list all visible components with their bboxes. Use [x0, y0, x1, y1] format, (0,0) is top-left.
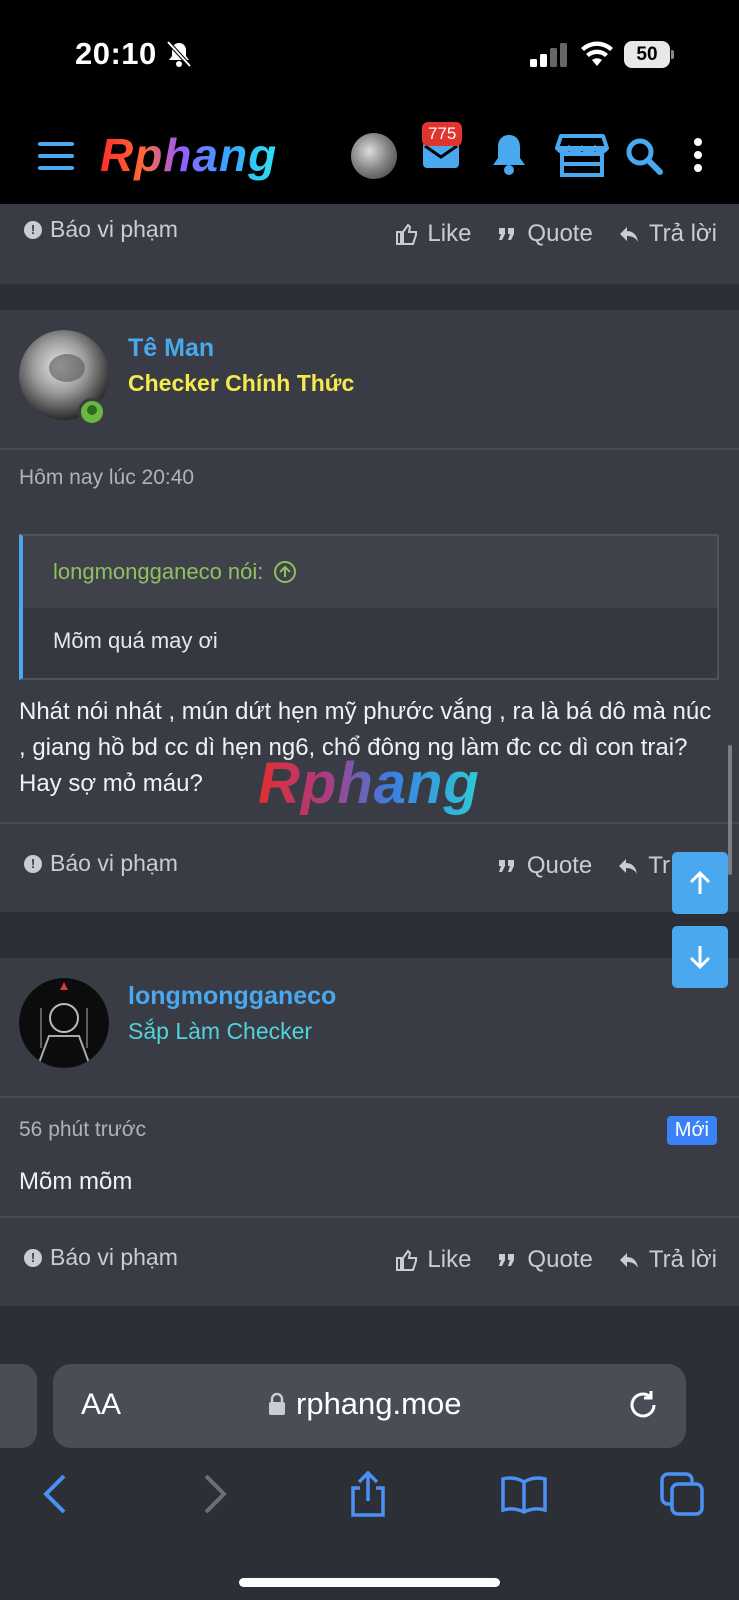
quote-icon [498, 860, 514, 872]
author-avatar[interactable] [19, 978, 109, 1068]
quote-button[interactable]: Quote [495, 1246, 593, 1274]
browser-toolbar: AA rphang.moe [0, 1348, 739, 1600]
address-bar[interactable]: AA rphang.moe [53, 1364, 686, 1448]
text-size-button[interactable]: AA [81, 1388, 121, 1422]
menu-icon[interactable] [38, 142, 74, 170]
quote-header[interactable]: longmongganeco nói: [23, 536, 717, 608]
reply-icon [619, 859, 638, 874]
wifi-icon [581, 41, 613, 66]
quote-button[interactable]: Quote [495, 220, 593, 248]
report-label: Báo vi phạm [50, 1244, 178, 1270]
reply-label: Trả lời [648, 1246, 717, 1273]
thumbs-up-icon [396, 223, 418, 245]
post-footer: ! Báo vi phạm Like Quote Trả lời [0, 1216, 739, 1306]
report-label: Báo vi phạm [50, 850, 178, 876]
quote-icon [499, 1254, 515, 1266]
home-indicator [239, 1578, 500, 1587]
status-time: 20:10 [75, 36, 157, 71]
quote-block: longmongganeco nói: Mõm quá may ơi [19, 534, 719, 680]
url-display[interactable]: rphang.moe [268, 1386, 461, 1422]
previous-tab[interactable] [0, 1364, 37, 1448]
scroll-to-top-button[interactable] [672, 852, 728, 914]
url-text: rphang.moe [296, 1386, 462, 1421]
author-username[interactable]: Tê Man [128, 334, 214, 363]
like-button[interactable]: Like [395, 1246, 471, 1274]
reply-button[interactable]: Trả lời [617, 220, 717, 248]
post-footer: ! Báo vi phạm Quote Tr [0, 822, 739, 912]
quote-label: Quote [527, 1246, 593, 1273]
lock-icon [269, 1392, 285, 1415]
reply-button[interactable]: Trả lời [617, 1246, 717, 1274]
reply-label: Trả lời [648, 220, 717, 247]
warning-icon: ! [24, 854, 42, 873]
quote-icon [499, 228, 515, 240]
arrow-up-circle-icon[interactable] [273, 560, 297, 584]
post-author-header: longmongganeco Sắp Làm Checker [0, 958, 739, 1098]
quote-label: Quote [526, 852, 593, 879]
reply-button[interactable]: Tr [616, 852, 670, 880]
battery-level: 50 [624, 41, 670, 68]
like-label: Like [427, 1246, 472, 1273]
quote-author: longmongganeco nói: [53, 559, 264, 584]
author-title: Sắp Làm Checker [128, 1018, 313, 1044]
warning-icon: ! [24, 1248, 42, 1267]
post-date[interactable]: Hôm nay lúc 20:40 [19, 466, 194, 490]
report-button[interactable]: ! Báo vi phạm [24, 1244, 178, 1271]
share-icon[interactable] [344, 1470, 392, 1518]
site-logo[interactable]: Rphang [100, 128, 277, 182]
like-button[interactable]: Like [395, 220, 471, 248]
text-size-label: AA [81, 1388, 122, 1421]
tabs-icon[interactable] [658, 1470, 706, 1518]
battery-icon: 50 [624, 41, 674, 68]
scrollbar[interactable] [728, 745, 732, 875]
author-username[interactable]: longmongganeco [128, 982, 336, 1011]
post-footer: ! Báo vi phạm Like Quote Trả lời [0, 204, 739, 284]
report-button[interactable]: ! Báo vi phạm [24, 850, 178, 877]
forward-icon[interactable] [190, 1470, 238, 1518]
reload-icon[interactable] [626, 1388, 660, 1422]
inbox-count-badge: 775 [422, 122, 463, 146]
reply-icon [619, 1253, 638, 1268]
arrow-up-icon [689, 870, 711, 894]
quote-button[interactable]: Quote [495, 852, 592, 880]
app-header: Rphang 775 [0, 112, 739, 204]
more-options-icon[interactable] [692, 138, 704, 176]
notification-bell-icon[interactable] [490, 132, 528, 176]
post-body: Hôm nay lúc 20:40 longmongganeco nói: Mõ… [0, 450, 739, 822]
bookmarks-icon[interactable] [500, 1470, 548, 1518]
cellular-signal-icon [530, 43, 567, 67]
thread-content: ! Báo vi phạm Like Quote Trả lời Tê Man … [0, 204, 739, 1348]
scroll-to-bottom-button[interactable] [672, 926, 728, 988]
back-icon[interactable] [32, 1470, 80, 1518]
reply-label: Tr [648, 852, 670, 879]
arrow-down-icon [689, 946, 711, 970]
new-badge: Mới [666, 1116, 717, 1145]
report-button[interactable]: ! Báo vi phạm [24, 216, 178, 243]
user-avatar[interactable] [351, 133, 397, 179]
post-body: 56 phút trước Mới Mõm mõm [0, 1098, 739, 1216]
quote-text: Mõm quá may ơi [23, 608, 717, 678]
post-date[interactable]: 56 phút trước [19, 1118, 146, 1142]
author-title: Checker Chính Thức [128, 370, 355, 396]
reply-icon [619, 227, 638, 242]
report-label: Báo vi phạm [50, 216, 178, 242]
watermark-logo: Rphang [258, 751, 480, 816]
bell-muted-icon [166, 40, 192, 68]
post-message: Mõm mõm [19, 1168, 133, 1195]
thumbs-up-icon [396, 1249, 418, 1271]
search-icon[interactable] [625, 137, 663, 175]
post-author-header: Tê Man Checker Chính Thức [0, 310, 739, 450]
status-bar: 20:10 50 [0, 0, 739, 112]
quote-label: Quote [527, 220, 593, 247]
warning-icon: ! [24, 220, 42, 239]
store-icon[interactable] [555, 132, 609, 178]
like-label: Like [427, 220, 472, 247]
online-status-icon [78, 398, 106, 426]
